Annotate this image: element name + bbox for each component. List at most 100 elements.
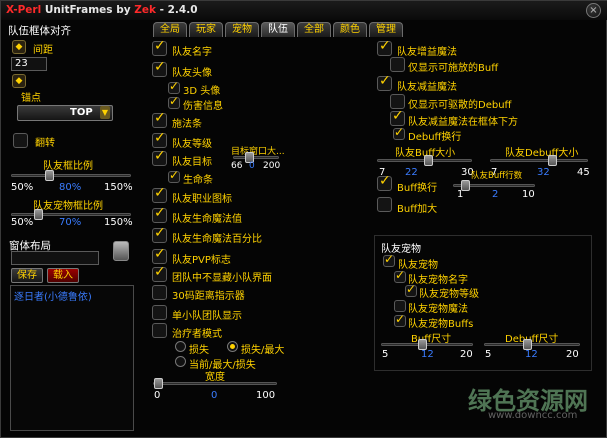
layout-list[interactable]: 逐日者(小德鲁依) <box>10 285 134 431</box>
cb-3d-portrait[interactable] <box>168 79 180 94</box>
buff-rows-slider[interactable] <box>453 180 535 191</box>
pet-scale-min: 50% <box>11 217 34 228</box>
cb-party-buffs[interactable] <box>377 38 392 56</box>
cb-healer-mode[interactable] <box>152 323 167 338</box>
cb-buff-wrap[interactable] <box>377 173 392 191</box>
radio-deficit-max[interactable] <box>227 341 238 352</box>
width-thumb[interactable] <box>154 378 163 389</box>
section-title-party-align: 队伍框体对齐 <box>8 25 71 37</box>
buff-enlarge-label: Buff加大 <box>397 204 438 215</box>
tab-player[interactable]: 玩家 <box>189 22 223 37</box>
save-layout-button[interactable]: 保存 <box>11 268 43 283</box>
buff-rows-value: 2 <box>492 189 499 200</box>
pet-debuff-size-max: 20 <box>566 349 579 360</box>
target-interval-slider[interactable] <box>233 152 279 163</box>
frame-scale-thumb[interactable] <box>45 170 54 181</box>
width-value: 0 <box>211 390 218 401</box>
title-bar[interactable]: X-Perl UnitFrames by Zek - 2.4.0 × <box>1 1 607 20</box>
flip-checkbox[interactable] <box>13 133 28 148</box>
anchor-label: 锚点 <box>21 93 41 104</box>
tab-all[interactable]: 全部 <box>297 22 331 37</box>
cb-castbar[interactable] <box>152 110 167 128</box>
cb-pet-name[interactable] <box>394 268 406 283</box>
pet-debuff-size-value: 12 <box>525 349 538 360</box>
spacing-input[interactable]: 23 <box>11 57 47 71</box>
debuff-size-slider[interactable] <box>490 155 588 166</box>
buff-rows-max: 10 <box>522 189 535 200</box>
30yd-range-label: 30码距离指示器 <box>172 291 245 302</box>
tab-global[interactable]: 全局 <box>153 22 187 37</box>
party-target-label: 队友目标 <box>172 157 212 168</box>
debuff-size-value: 32 <box>537 167 550 178</box>
cb-castable-buffs[interactable] <box>390 57 405 72</box>
cb-pvp-flag[interactable] <box>152 246 167 264</box>
cb-hide-in-raid[interactable] <box>152 264 167 282</box>
party-buffs-label: 队友增益魔法 <box>397 47 457 58</box>
cb-health-mana-percent[interactable] <box>152 225 167 243</box>
close-icon: × <box>589 5 598 16</box>
debuffs-below-label: 队友减益魔法在框体下方 <box>408 117 518 128</box>
health-mana-percent-label: 队友生命魔法百分比 <box>172 234 262 245</box>
party-level-label: 队友等级 <box>172 139 212 150</box>
title-mid: UnitFrames by <box>41 4 135 16</box>
pet-scale-thumb[interactable] <box>34 209 43 220</box>
cb-party-target[interactable] <box>152 148 167 166</box>
cb-party-portrait[interactable] <box>152 59 167 77</box>
healer-mode-label: 治疗者模式 <box>172 329 222 340</box>
pet-debuff-size-min: 5 <box>485 349 492 360</box>
buff-wrap-label: Buff换行 <box>397 183 438 194</box>
cb-debuff-wrap[interactable] <box>393 125 405 140</box>
cb-health-mana[interactable] <box>152 205 167 223</box>
frame-scale-min: 50% <box>11 182 34 193</box>
cb-pet-magic[interactable] <box>394 300 406 312</box>
cb-party-pets[interactable] <box>383 252 395 267</box>
cb-pet-level[interactable] <box>405 282 417 297</box>
cb-party-level[interactable] <box>152 130 167 148</box>
radio-current-max-deficit[interactable] <box>175 356 186 367</box>
pet-debuff-size-slider[interactable] <box>484 339 580 350</box>
cb-class-icon[interactable] <box>152 185 167 203</box>
buff-size-slider[interactable] <box>377 155 472 166</box>
cb-debuffs-below[interactable] <box>390 108 405 126</box>
radio-deficit[interactable] <box>175 341 186 352</box>
flip-label: 翻转 <box>35 138 55 149</box>
pet-scale-slider[interactable] <box>11 209 131 220</box>
pet-scale-label: 队友宠物框比例 <box>33 201 103 212</box>
trash-icon[interactable] <box>113 241 129 261</box>
cb-single-group-raid[interactable] <box>152 305 167 320</box>
anchor-icon: ◆ <box>12 74 26 88</box>
cb-pet-buffs[interactable] <box>394 312 406 327</box>
tab-manage[interactable]: 管理 <box>369 22 403 37</box>
buff-rows-label: 队友Buff行数 <box>471 171 523 181</box>
tab-party[interactable]: 队伍 <box>261 22 295 37</box>
window-title: X-Perl UnitFrames by Zek - 2.4.0 <box>6 4 198 16</box>
width-slider[interactable] <box>153 378 277 389</box>
party-portrait-label: 队友头像 <box>172 68 212 79</box>
cb-30yd-range[interactable] <box>152 285 167 300</box>
anchor-dropdown[interactable]: TOP ▼ <box>17 105 113 121</box>
layout-name-input[interactable] <box>11 251 99 265</box>
pet-name-label: 队友宠物名字 <box>408 275 468 286</box>
frame-scale-slider[interactable] <box>11 170 131 181</box>
buff-size-value: 22 <box>405 167 418 178</box>
damage-info-label: 伤害信息 <box>183 101 223 112</box>
load-layout-button[interactable]: 载入 <box>47 268 79 283</box>
target-interval-max: 200 <box>263 161 281 171</box>
debuff-wrap-label: Debuff换行 <box>408 132 462 143</box>
close-button[interactable]: × <box>586 3 601 18</box>
tab-colors[interactable]: 颜色 <box>333 22 367 37</box>
list-item[interactable]: 逐日者(小德鲁依) <box>14 288 92 303</box>
pet-buff-size-slider[interactable] <box>381 339 473 350</box>
cb-party-name[interactable] <box>152 38 167 56</box>
chevron-down-icon[interactable]: ▼ <box>100 106 110 119</box>
cb-health-bar[interactable] <box>168 168 180 183</box>
debuff-size-thumb[interactable] <box>548 155 557 166</box>
3d-portrait-label: 3D 头像 <box>183 86 221 97</box>
tab-pet[interactable]: 宠物 <box>225 22 259 37</box>
cb-party-debuffs[interactable] <box>377 73 392 91</box>
cb-damage-info[interactable] <box>168 94 180 109</box>
cb-buff-enlarge[interactable] <box>377 197 392 212</box>
pvp-flag-label: 队友PVP标志 <box>172 255 231 266</box>
cb-dispellable-debuffs[interactable] <box>390 94 405 109</box>
buff-size-thumb[interactable] <box>424 155 433 166</box>
